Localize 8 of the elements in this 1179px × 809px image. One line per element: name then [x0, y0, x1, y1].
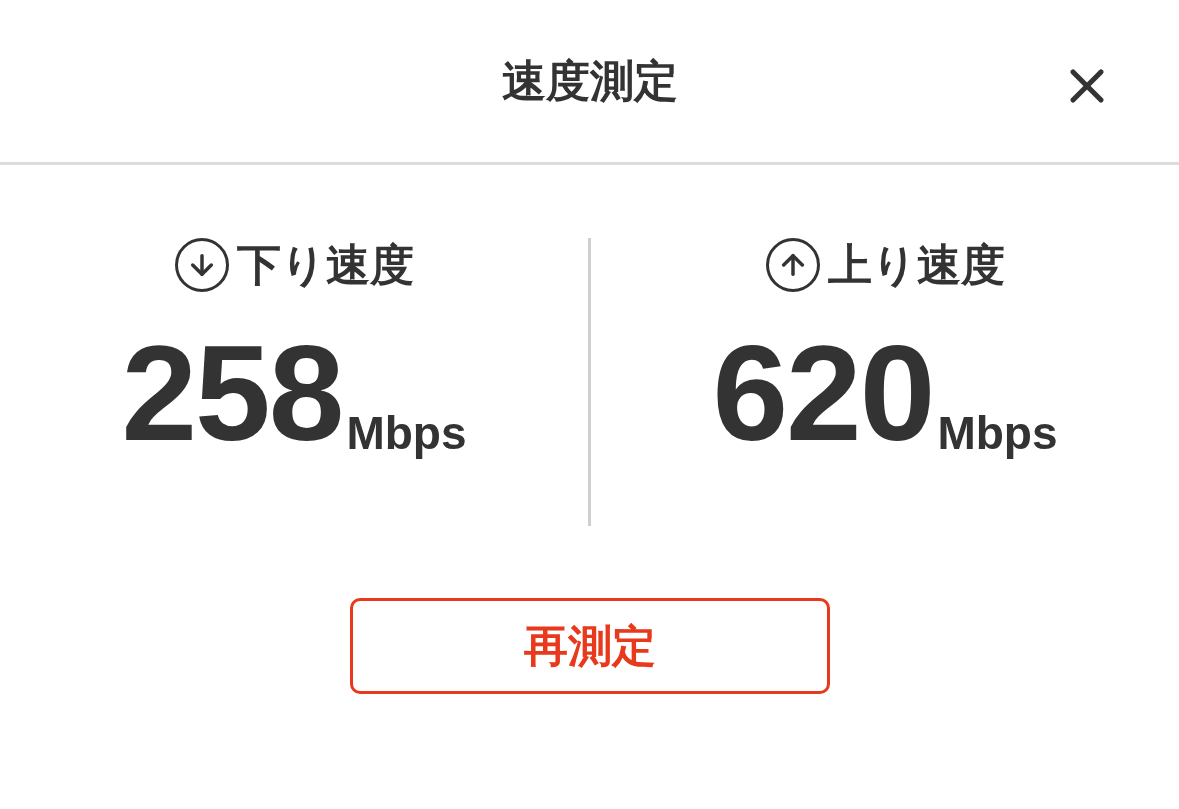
speed-value: 620 [712, 332, 934, 455]
speed-label: 上り速度 [827, 243, 1005, 287]
retest-button[interactable]: 再測定 [349, 598, 830, 694]
dialog-title: 速度測定 [501, 55, 678, 107]
speed-label: 下り速度 [236, 243, 414, 287]
speed-unit: Mbps [937, 410, 1058, 457]
speed-value: 258 [121, 332, 343, 455]
speed-unit: Mbps [346, 410, 467, 457]
